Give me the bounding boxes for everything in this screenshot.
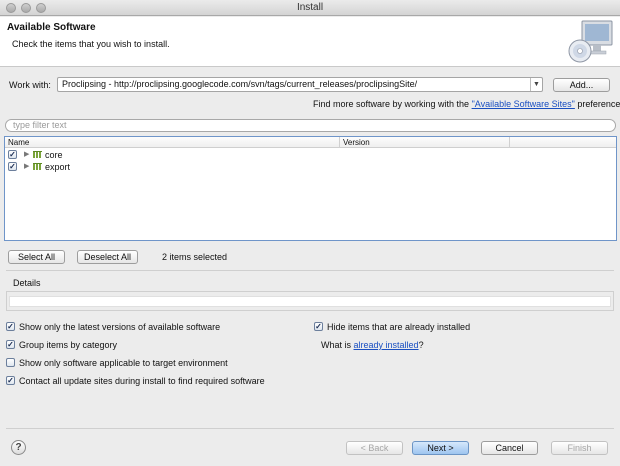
target-env-checkbox[interactable]: [6, 358, 15, 367]
what-is-installed-text: What is already installed?: [321, 340, 424, 350]
hide-installed-label: Hide items that are already installed: [327, 322, 471, 332]
cancel-button[interactable]: Cancel: [481, 441, 538, 455]
details-text: [9, 296, 611, 307]
back-button[interactable]: < Back: [346, 441, 403, 455]
work-with-combo[interactable]: Proclipsing - http://proclipsing.googlec…: [57, 77, 543, 92]
expand-triangle-icon[interactable]: ▶: [24, 149, 29, 161]
hide-installed-checkbox[interactable]: ✓: [314, 322, 323, 331]
minimize-window-button[interactable]: [21, 3, 31, 13]
expand-triangle-icon[interactable]: ▶: [24, 161, 29, 173]
row-label: core: [45, 150, 63, 160]
latest-versions-checkbox[interactable]: ✓: [6, 322, 15, 331]
divider: [6, 270, 614, 271]
page-description: Check the items that you wish to install…: [12, 39, 170, 49]
finish-button[interactable]: Finish: [551, 441, 608, 455]
already-installed-link[interactable]: already installed: [354, 340, 419, 350]
wizard-banner: Available Software Check the items that …: [0, 17, 620, 67]
target-env-label: Show only software applicable to target …: [19, 358, 228, 368]
software-tree[interactable]: Name Version ✓ ▶ core ✓ ▶ export: [4, 136, 617, 241]
window-title: Install: [296, 2, 324, 13]
window-controls: [6, 3, 46, 13]
divider: [6, 428, 614, 429]
help-icon[interactable]: ?: [11, 440, 26, 455]
deselect-all-button[interactable]: Deselect All: [77, 250, 138, 264]
column-version[interactable]: Version: [340, 137, 510, 148]
category-icon: [33, 163, 42, 170]
title-bar: Install: [0, 0, 620, 16]
available-sites-link[interactable]: "Available Software Sites": [472, 99, 575, 109]
work-with-label: Work with:: [9, 80, 51, 90]
contact-sites-checkbox[interactable]: ✓: [6, 376, 15, 385]
column-name[interactable]: Name: [5, 137, 340, 148]
group-by-category-checkbox[interactable]: ✓: [6, 340, 15, 349]
filter-input[interactable]: type filter text: [5, 119, 616, 132]
details-group: [6, 291, 614, 311]
group-by-category-label: Group items by category: [19, 340, 118, 350]
install-dialog: Install Available Software Check the ite…: [0, 0, 620, 466]
select-all-button[interactable]: Select All: [8, 250, 65, 264]
row-checkbox[interactable]: ✓: [8, 162, 17, 171]
more-software-text: Find more software by working with the "…: [313, 99, 620, 109]
next-button[interactable]: Next >: [412, 441, 469, 455]
selection-status: 2 items selected: [162, 252, 228, 262]
tree-row[interactable]: ✓ ▶ export: [5, 161, 616, 173]
row-label: export: [45, 162, 71, 172]
close-window-button[interactable]: [6, 3, 16, 13]
add-site-button[interactable]: Add...: [553, 78, 610, 92]
work-with-value: Proclipsing - http://proclipsing.googlec…: [62, 79, 418, 89]
page-title: Available Software: [7, 22, 96, 33]
tree-row[interactable]: ✓ ▶ core: [5, 149, 616, 161]
contact-sites-label: Contact all update sites during install …: [19, 376, 265, 386]
category-icon: [33, 151, 42, 158]
latest-versions-label: Show only the latest versions of availab…: [19, 322, 221, 332]
row-checkbox[interactable]: ✓: [8, 150, 17, 159]
tree-header: Name Version: [5, 137, 616, 148]
zoom-window-button[interactable]: [36, 3, 46, 13]
install-computer-icon: [568, 20, 613, 63]
details-label: Details: [13, 278, 41, 288]
chevron-down-icon[interactable]: ▼: [530, 78, 542, 91]
